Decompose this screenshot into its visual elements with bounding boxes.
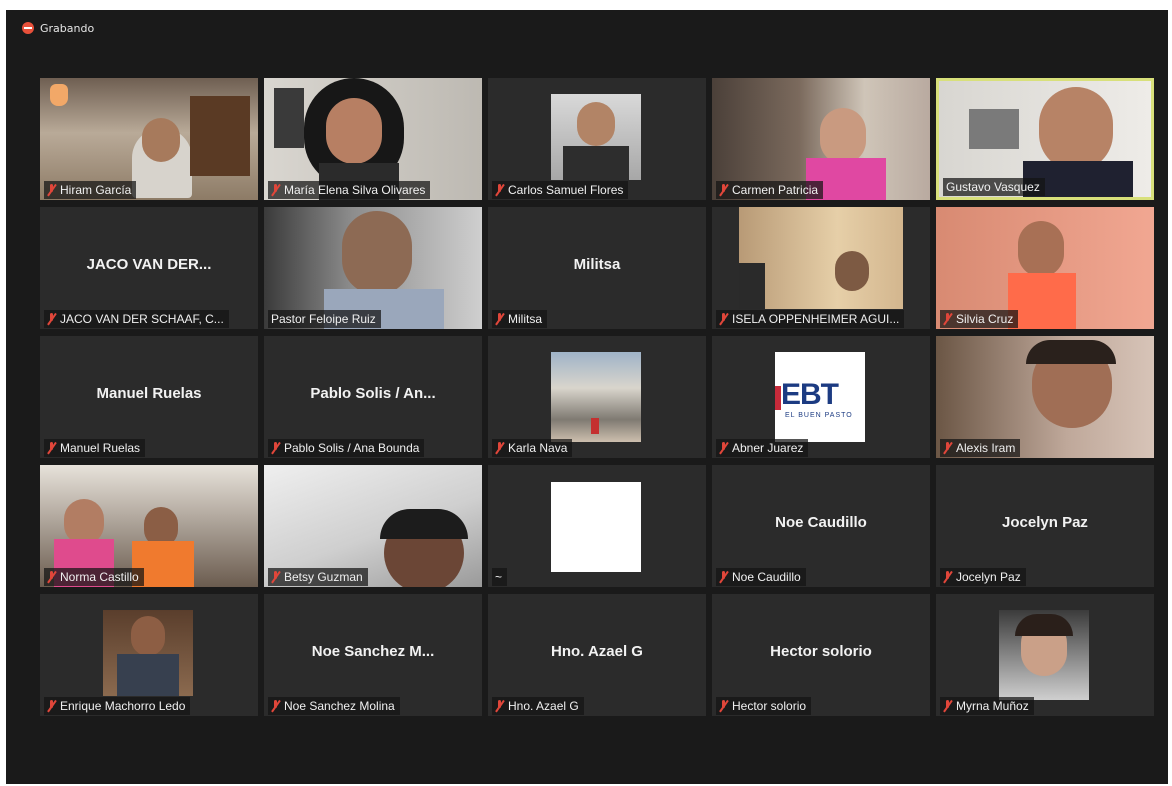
participant-display-name: Hno. Azael G [551,643,643,661]
recording-label: Grabando [40,21,95,35]
mic-muted-icon [495,184,504,196]
video-feed [551,94,641,180]
participant-display-name: Hector solorio [770,643,872,661]
participant-display-name: Manuel Ruelas [96,385,202,403]
participant-label: Jocelyn Paz [940,568,1026,586]
participant-label: JACO VAN DER SCHAAF, C... [44,310,229,328]
participant-tile-noe-sanchez[interactable]: Noe Sanchez M... Noe Sanchez Molina [264,594,482,716]
participant-label: María Elena Silva Olivares [268,181,431,199]
participant-label: Betsy Guzman [268,568,368,586]
mic-muted-icon [271,184,280,196]
participant-tile-myrna-munoz[interactable]: Myrna Muñoz [936,594,1154,716]
participant-label: Manuel Ruelas [44,439,146,457]
video-feed [551,482,641,572]
mic-muted-icon [495,700,504,712]
mic-muted-icon [47,313,56,325]
participant-label: Pablo Solis / Ana Bounda [268,439,425,457]
mic-muted-icon [719,700,728,712]
mic-muted-icon [719,571,728,583]
participant-display-name: Militsa [573,256,621,274]
participant-label: Silvia Cruz [940,310,1019,328]
participant-label: Hiram García [44,181,137,199]
raised-hand-icon [50,84,68,106]
mic-muted-icon [271,442,280,454]
video-feed [739,207,903,309]
participant-display-name: Pablo Solis / An... [310,385,436,403]
participant-label: Myrna Muñoz [940,697,1034,715]
participant-display-name: Noe Sanchez M... [311,643,435,661]
mic-muted-icon [271,571,280,583]
mic-muted-icon [943,700,952,712]
record-dot-icon [22,22,34,34]
participant-tile-tilde[interactable]: ~ [488,465,706,587]
mic-muted-icon [47,184,56,196]
participant-label: Militsa [492,310,548,328]
participant-tile-betsy-guzman[interactable]: Betsy Guzman [264,465,482,587]
participant-tile-alexis-iram[interactable]: Alexis Iram [936,336,1154,458]
participant-tile-maria-elena[interactable]: María Elena Silva Olivares [264,78,482,200]
participant-label: Enrique Machorro Ledo [44,697,191,715]
participant-tile-norma-castillo[interactable]: Norma Castillo [40,465,258,587]
mic-muted-icon [271,700,280,712]
video-feed [551,352,641,442]
participant-tile-abner-juarez[interactable]: EBT EL BUEN PASTO Abner Juarez [712,336,930,458]
participant-label: Norma Castillo [44,568,144,586]
participant-label: Pastor Feloipe Ruiz [268,310,381,328]
video-feed [103,610,193,696]
meeting-window: Grabando Hiram García María Elena Silva … [6,10,1168,784]
participant-tile-pablo-solis[interactable]: Pablo Solis / An... Pablo Solis / Ana Bo… [264,336,482,458]
participant-tile-enrique-machorro[interactable]: Enrique Machorro Ledo [40,594,258,716]
participant-label: Gustavo Vasquez [943,178,1045,196]
participant-tile-pastor-feloipe[interactable]: Pastor Feloipe Ruiz [264,207,482,329]
participant-tile-jaco-van-der-schaaf[interactable]: JACO VAN DER... JACO VAN DER SCHAAF, C..… [40,207,258,329]
mic-muted-icon [943,313,952,325]
participant-label: Hector solorio [716,697,812,715]
participant-tile-carlos-samuel[interactable]: Carlos Samuel Flores [488,78,706,200]
mic-muted-icon [943,442,952,454]
participant-tile-gustavo-vasquez[interactable]: Gustavo Vasquez [936,78,1154,200]
video-feed [999,610,1089,700]
participant-tile-noe-caudillo[interactable]: Noe Caudillo Noe Caudillo [712,465,930,587]
mic-muted-icon [719,184,728,196]
participant-label: Carmen Patricia [716,181,824,199]
participant-label: Noe Sanchez Molina [268,697,400,715]
mic-muted-icon [943,571,952,583]
participant-label: Karla Nava [492,439,573,457]
mic-muted-icon [719,442,728,454]
participant-tile-hno-azael[interactable]: Hno. Azael G Hno. Azael G [488,594,706,716]
participant-display-name: Noe Caudillo [775,514,867,532]
participant-tile-hector-solorio[interactable]: Hector solorio Hector solorio [712,594,930,716]
mic-muted-icon [495,442,504,454]
participant-label: ISELA OPPENHEIMER AGUI... [716,310,905,328]
participant-tile-manuel-ruelas[interactable]: Manuel Ruelas Manuel Ruelas [40,336,258,458]
participant-label: Noe Caudillo [716,568,806,586]
participant-tile-militsa[interactable]: Militsa Militsa [488,207,706,329]
participant-label: Abner Juarez [716,439,809,457]
participant-tile-jocelyn-paz[interactable]: Jocelyn Paz Jocelyn Paz [936,465,1154,587]
ebt-logo-image: EBT EL BUEN PASTO [775,352,865,442]
participant-label: Alexis Iram [940,439,1021,457]
mic-muted-icon [47,700,56,712]
mic-muted-icon [47,442,56,454]
participant-tile-hiram-garcia[interactable]: Hiram García [40,78,258,200]
participant-tile-silvia-cruz[interactable]: Silvia Cruz [936,207,1154,329]
mic-muted-icon [47,571,56,583]
participant-tile-karla-nava[interactable]: Karla Nava [488,336,706,458]
participant-tile-carmen-patricia[interactable]: Carmen Patricia [712,78,930,200]
participant-label: Carlos Samuel Flores [492,181,629,199]
participant-display-name: Jocelyn Paz [1002,514,1088,532]
participant-display-name: JACO VAN DER... [86,256,212,274]
participant-label: ~ [492,568,508,586]
participant-tile-isela[interactable]: ISELA OPPENHEIMER AGUI... [712,207,930,329]
recording-indicator[interactable]: Grabando [22,19,94,37]
mic-muted-icon [495,313,504,325]
participant-label: Hno. Azael G [492,697,584,715]
mic-muted-icon [719,313,728,325]
